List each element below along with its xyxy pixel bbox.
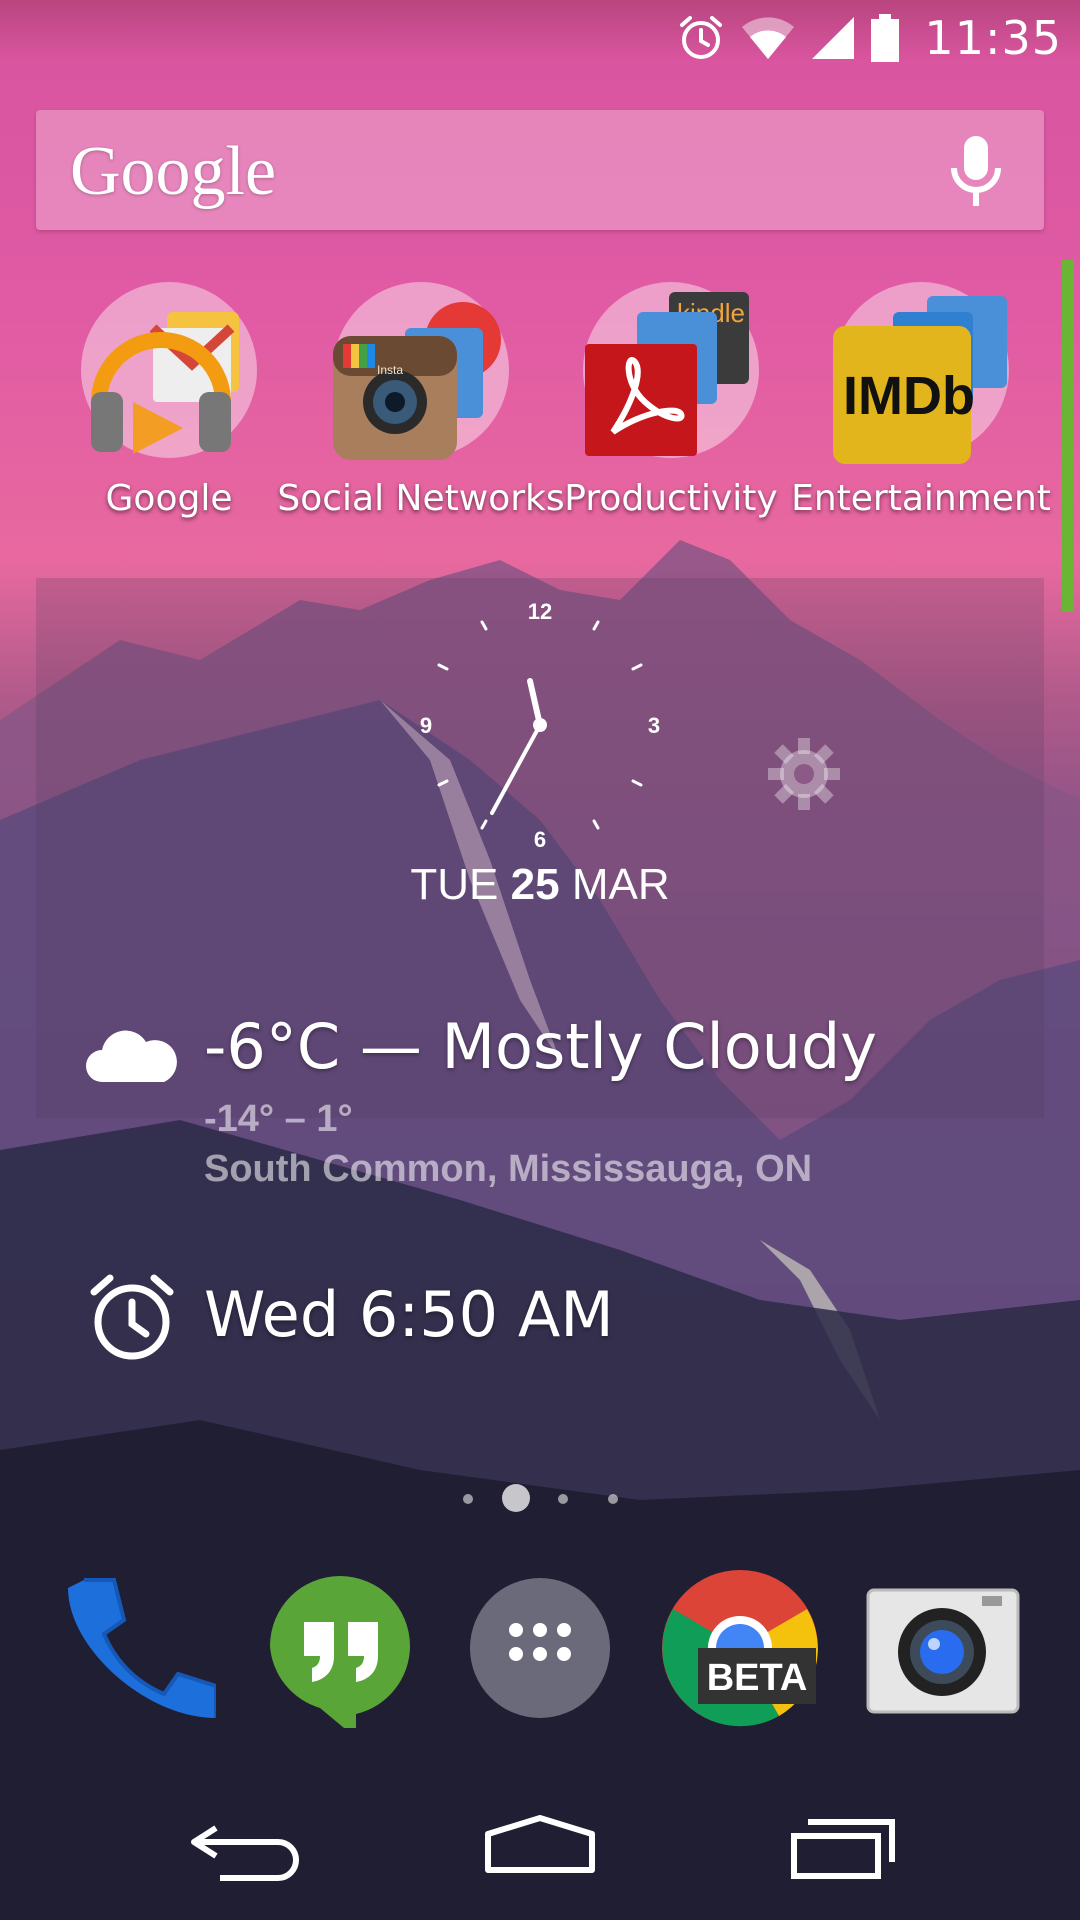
date-number: 25	[510, 860, 560, 909]
date-line: TUE 25 MAR	[0, 860, 1080, 910]
clock-numeral-9: 9	[420, 713, 432, 738]
adobe-reader-icon: kindle	[585, 292, 749, 456]
gear-icon[interactable]	[766, 736, 842, 812]
home-button[interactable]	[480, 1812, 600, 1882]
folder-label: Entertainment	[791, 478, 1051, 519]
folder-social-networks[interactable]: Insta Social Networks	[277, 282, 565, 542]
hangouts-icon[interactable]	[260, 1568, 420, 1728]
alarm-icon	[680, 16, 723, 59]
folder-label: Social Networks	[277, 478, 565, 519]
imdb-icon: IMDb	[833, 296, 1007, 464]
google-play-music-icon	[91, 312, 239, 454]
google-search-bar[interactable]: Google	[36, 110, 1044, 230]
page-indicator	[0, 1484, 1080, 1514]
analog-clock[interactable]: 12 3 6 9	[410, 595, 670, 855]
instagram-icon: Insta	[333, 302, 501, 460]
chrome-beta-icon[interactable]: BETA	[660, 1568, 820, 1728]
folder-google[interactable]: Google	[44, 282, 294, 542]
page-dot	[558, 1494, 568, 1504]
clock-minute-hand	[490, 723, 542, 815]
beta-badge: BETA	[707, 1657, 808, 1699]
weather-current[interactable]: -6°C — Mostly Cloudy	[204, 1010, 877, 1083]
status-bar: 11:35	[0, 0, 1080, 75]
cloud-icon	[86, 1030, 177, 1082]
clock-numeral-6: 6	[534, 827, 546, 852]
weather-range: -14° – 1°	[204, 1098, 353, 1140]
page-edge-indicator	[1062, 260, 1074, 612]
folder-label: Productivity	[564, 478, 778, 519]
folder-productivity[interactable]: kindle Productivity	[546, 282, 796, 542]
date-month: MAR	[571, 860, 670, 909]
battery-icon	[871, 14, 900, 62]
camera-icon[interactable]	[862, 1568, 1022, 1728]
page-dot	[463, 1494, 473, 1504]
date-day: TUE	[410, 860, 499, 909]
mic-icon[interactable]	[946, 134, 1006, 210]
imdb-text: IMDb	[843, 366, 975, 426]
folder-row: Google Insta Social Networks kindle	[36, 282, 1051, 542]
weather-location: South Common, Mississauga, ON	[204, 1148, 813, 1190]
signal-icon	[812, 17, 855, 59]
back-button[interactable]	[186, 1812, 306, 1882]
page-dot	[608, 1494, 618, 1504]
apps-launcher-icon[interactable]	[460, 1568, 620, 1728]
page-dot-current	[502, 1484, 530, 1512]
status-time: 11:35	[924, 11, 1062, 65]
phone-icon[interactable]	[56, 1568, 216, 1728]
clock-numeral-3: 3	[648, 713, 660, 738]
folder-entertainment[interactable]: IMDb Entertainment	[791, 282, 1051, 542]
next-alarm[interactable]: Wed 6:50 AM	[204, 1278, 614, 1351]
clock-numeral-12: 12	[528, 599, 552, 624]
instagram-text: Insta	[377, 363, 403, 377]
wifi-icon	[742, 17, 795, 59]
alarm-clock-icon	[90, 1274, 174, 1360]
folder-label: Google	[105, 478, 233, 519]
google-logo: Google	[70, 133, 277, 210]
recent-apps-button[interactable]	[780, 1812, 900, 1882]
status-icons: 11:35	[676, 10, 1062, 66]
